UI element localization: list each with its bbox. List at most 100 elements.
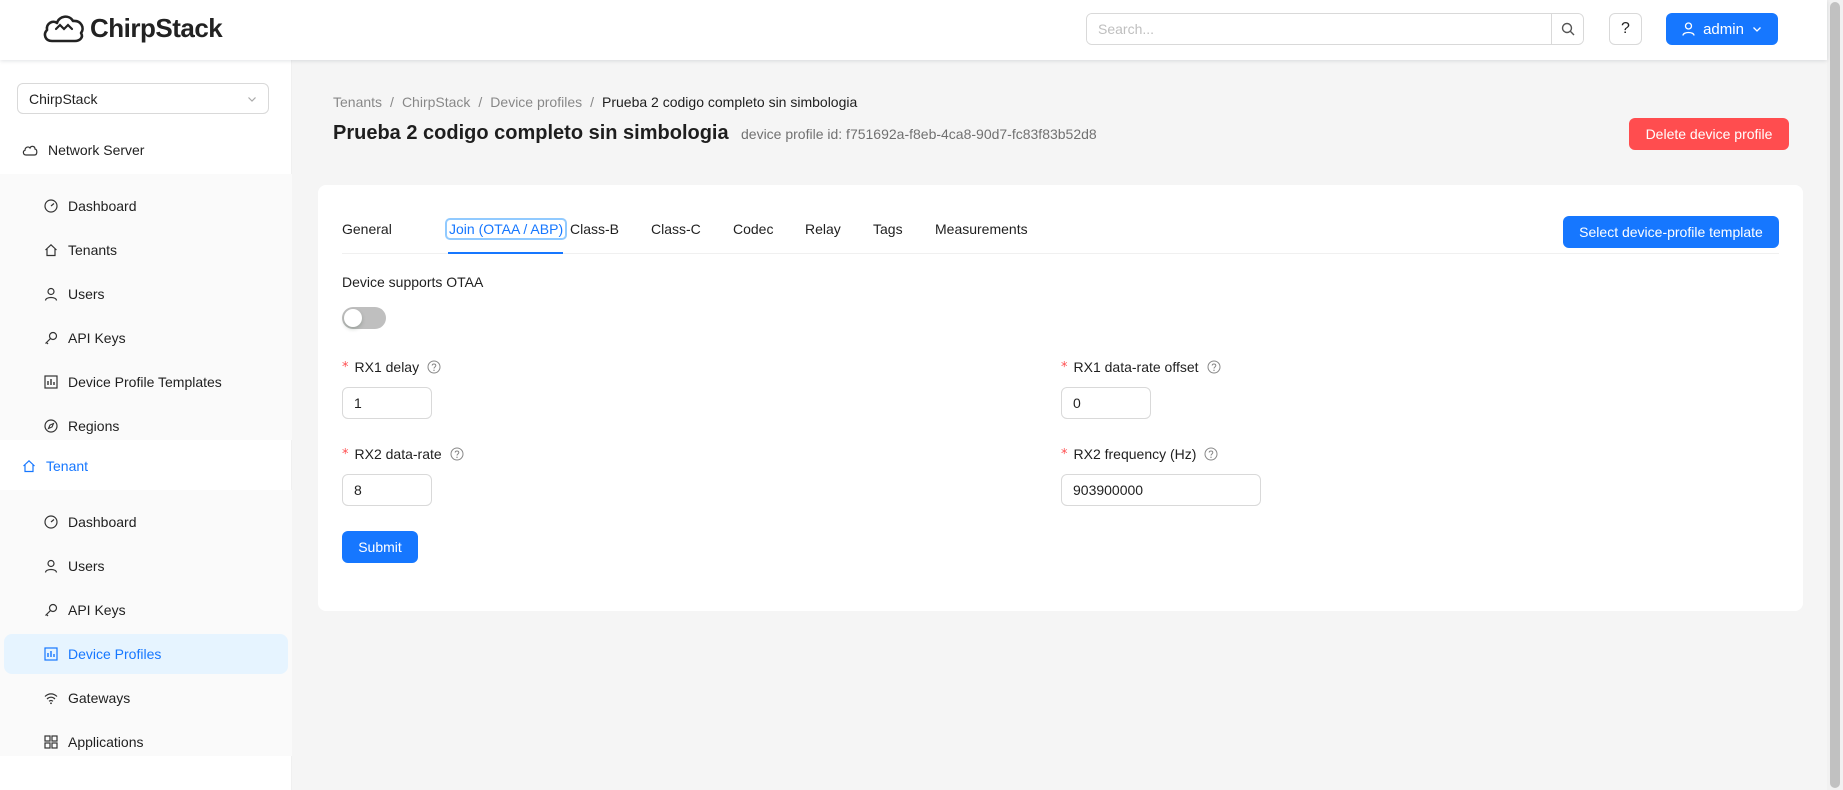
sidebar-item-tenant-dashboard[interactable]: Dashboard	[4, 502, 288, 542]
rx2-dr-input[interactable]: 8	[342, 474, 432, 506]
sidebar-item-tenant-gateways[interactable]: Gateways	[4, 678, 288, 718]
user-icon	[44, 287, 58, 301]
chart-icon	[44, 375, 58, 389]
toggle-knob	[344, 309, 362, 327]
search-icon	[1561, 22, 1575, 36]
sidebar-item-label: Applications	[68, 734, 144, 750]
menu-group-label: Network Server	[48, 142, 144, 158]
chirpstack-logo[interactable]: ChirpStack	[42, 11, 222, 45]
tab-join[interactable]: Join (OTAA / ABP)	[448, 216, 564, 254]
submit-label: Submit	[358, 539, 402, 555]
chevron-down-icon	[1752, 24, 1762, 34]
breadcrumb-chirpstack[interactable]: ChirpStack	[402, 94, 470, 110]
menu-group-network-server[interactable]: Network Server	[0, 126, 292, 174]
tab-tags[interactable]: Tags	[873, 216, 903, 254]
rx2-freq-input[interactable]: 903900000	[1061, 474, 1261, 506]
required-mark: *	[1061, 360, 1068, 375]
rx2-freq-label: RX2 frequency (Hz)	[1074, 446, 1197, 462]
rx2-freq-value: 903900000	[1073, 482, 1143, 498]
logo-text: ChirpStack	[90, 13, 222, 44]
home-icon	[44, 243, 58, 257]
key-icon	[44, 603, 58, 617]
search-box	[1086, 13, 1584, 45]
sidebar-item-ns-device-profile-templates[interactable]: Device Profile Templates	[4, 362, 288, 402]
rx1-dr-offset-label: RX1 data-rate offset	[1074, 359, 1199, 375]
tab-label: Class-B	[570, 221, 619, 237]
user-icon	[1682, 22, 1695, 36]
otaa-label: Device supports OTAA	[342, 274, 483, 290]
user-label: admin	[1703, 21, 1744, 38]
delete-button-label: Delete device profile	[1646, 126, 1773, 142]
tab-label: Tags	[873, 221, 903, 237]
sidebar-item-ns-dashboard[interactable]: Dashboard	[4, 186, 288, 226]
dashboard-icon	[44, 515, 58, 529]
sidebar-item-tenant-users[interactable]: Users	[4, 546, 288, 586]
delete-device-profile-button[interactable]: Delete device profile	[1629, 118, 1789, 150]
sidebar-item-ns-users[interactable]: Users	[4, 274, 288, 314]
rx2-freq-label-row: * RX2 frequency (Hz)	[1061, 446, 1218, 462]
menu-group-label: Tenant	[46, 458, 88, 474]
cloud-icon	[22, 144, 38, 156]
submit-button[interactable]: Submit	[342, 531, 418, 563]
search-button[interactable]	[1551, 14, 1583, 44]
help-button[interactable]: ?	[1609, 13, 1642, 45]
breadcrumb-separator: /	[590, 94, 594, 110]
tab-measurements[interactable]: Measurements	[935, 216, 1028, 254]
breadcrumb-tenants[interactable]: Tenants	[333, 94, 382, 110]
tab-label: Join (OTAA / ABP)	[448, 221, 564, 237]
tab-label: General	[342, 221, 392, 237]
user-menu-button[interactable]: admin	[1666, 13, 1778, 45]
tab-class-c[interactable]: Class-C	[651, 216, 701, 254]
sidebar-item-label: Dashboard	[68, 514, 137, 530]
question-circle-icon[interactable]	[427, 360, 441, 374]
page-subtitle: device profile id: f751692a-f8eb-4ca8-90…	[741, 126, 1097, 142]
chevron-down-icon	[247, 94, 257, 104]
rx1-delay-label: RX1 delay	[355, 359, 420, 375]
search-input[interactable]	[1087, 14, 1551, 44]
top-header: ChirpStack ? admin	[0, 0, 1827, 60]
device-profile-card: General Join (OTAA / ABP) Class-B Class-…	[318, 185, 1803, 611]
scrollbar-thumb[interactable]	[1830, 2, 1840, 788]
sidebar-item-label: Device Profile Templates	[68, 374, 222, 390]
help-label: ?	[1621, 20, 1630, 38]
otaa-toggle[interactable]	[342, 307, 386, 329]
rx1-dr-offset-input[interactable]: 0	[1061, 387, 1151, 419]
home-icon	[22, 459, 36, 473]
tab-label: Relay	[805, 221, 841, 237]
tab-class-b[interactable]: Class-B	[570, 216, 619, 254]
key-icon	[44, 331, 58, 345]
sidebar-item-tenant-device-profiles[interactable]: Device Profiles	[4, 634, 288, 674]
sidebar-item-ns-api-keys[interactable]: API Keys	[4, 318, 288, 358]
tenant-select[interactable]: ChirpStack	[17, 83, 269, 114]
menu-group-tenant[interactable]: Tenant	[0, 442, 292, 490]
question-circle-icon[interactable]	[450, 447, 464, 461]
cloud-logo-icon	[42, 11, 86, 45]
tab-relay[interactable]: Relay	[805, 216, 841, 254]
network-server-submenu: Dashboard Tenants Users API Keys Device …	[0, 174, 292, 440]
question-circle-icon[interactable]	[1204, 447, 1218, 461]
breadcrumb: Tenants / ChirpStack / Device profiles /…	[333, 94, 857, 110]
sidebar-item-ns-regions[interactable]: Regions	[4, 406, 288, 446]
tab-codec[interactable]: Codec	[733, 216, 773, 254]
apps-icon	[44, 735, 58, 749]
sidebar-item-label: Gateways	[68, 690, 130, 706]
select-template-button[interactable]: Select device-profile template	[1563, 216, 1779, 248]
page-scrollbar[interactable]	[1827, 0, 1843, 790]
tab-label: Class-C	[651, 221, 701, 237]
dashboard-icon	[44, 199, 58, 213]
rx2-dr-label-row: * RX2 data-rate	[342, 446, 464, 462]
question-circle-icon[interactable]	[1207, 360, 1221, 374]
page-title: Prueba 2 codigo completo sin simbologia	[333, 122, 729, 145]
user-icon	[44, 559, 58, 573]
sidebar-item-label: Device Profiles	[68, 646, 161, 662]
sidebar-item-tenant-applications[interactable]: Applications	[4, 722, 288, 762]
breadcrumb-device-profiles[interactable]: Device profiles	[490, 94, 582, 110]
tenant-submenu: Dashboard Users API Keys Device Profiles…	[0, 490, 292, 756]
rx1-delay-input[interactable]: 1	[342, 387, 432, 419]
tab-general[interactable]: General	[342, 216, 392, 254]
breadcrumb-current: Prueba 2 codigo completo sin simbologia	[602, 94, 857, 110]
sidebar: ChirpStack Network Server Dashboard Tena…	[0, 60, 292, 790]
sidebar-item-tenant-api-keys[interactable]: API Keys	[4, 590, 288, 630]
required-mark: *	[342, 360, 349, 375]
sidebar-item-ns-tenants[interactable]: Tenants	[4, 230, 288, 270]
